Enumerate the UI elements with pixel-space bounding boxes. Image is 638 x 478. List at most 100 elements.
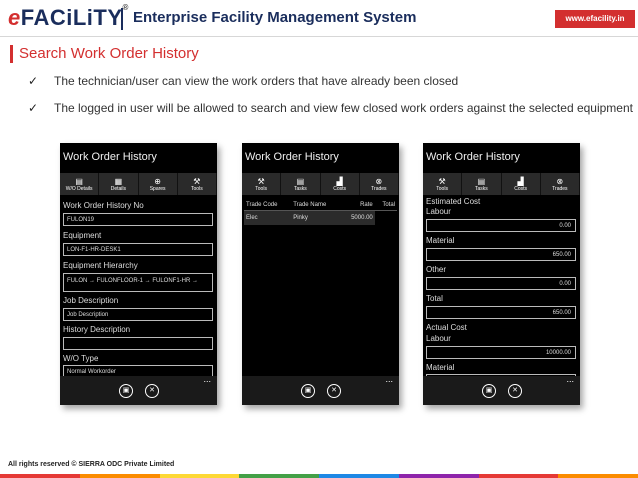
more-button[interactable]: ... — [566, 374, 574, 384]
footer-color-segment — [319, 474, 399, 478]
footer-color-segment — [398, 474, 479, 478]
footer-color-segment — [0, 474, 80, 478]
field-label: Equipment Hierarchy — [63, 261, 138, 270]
tab-tools[interactable]: ⚒ Tools — [242, 173, 282, 195]
website-url[interactable]: www.efacility.in — [555, 10, 635, 28]
spares-icon: ⊕ — [154, 176, 161, 186]
costs-form: Estimated Cost Labour 0.00 Material 650.… — [423, 197, 580, 380]
logo: eFACiLiTY® — [8, 3, 129, 30]
section-title: Search Work Order History — [10, 45, 199, 63]
check-icon: ✓ — [28, 74, 39, 88]
globe-icon: ⊗ — [556, 176, 564, 186]
tab-tasks[interactable]: ▤ Tasks — [281, 173, 321, 195]
field-label: Total — [426, 294, 443, 303]
field-label: Other — [426, 265, 447, 274]
field-label: Material — [426, 236, 455, 245]
rate-cell: 5000.00 — [340, 210, 375, 225]
costs-icon: ▟ — [336, 176, 343, 186]
tab-trades[interactable]: ⊗ Trades — [360, 173, 399, 195]
field-label: Equipment — [63, 231, 102, 240]
actual-labour-field[interactable]: 10000.00 — [426, 346, 576, 359]
costs-icon: ▟ — [517, 176, 524, 186]
screen-title: Work Order History — [245, 151, 339, 163]
cancel-icon[interactable]: ✕ — [327, 384, 341, 398]
column-header: Rate — [340, 200, 375, 211]
job-description-field[interactable]: Job Description — [63, 308, 213, 321]
tab-tools[interactable]: ⚒ Tools — [178, 173, 217, 195]
tools-icon: ⚒ — [193, 176, 201, 186]
tab-wo-details[interactable]: ▤ W/O Details — [60, 173, 100, 195]
save-icon[interactable]: ▣ — [482, 384, 496, 398]
estimated-cost-heading: Estimated Cost — [426, 197, 481, 206]
more-button[interactable]: ... — [385, 374, 393, 384]
footer-color-bar — [0, 474, 638, 478]
column-header: Trade Code — [244, 200, 292, 211]
bullet-2: ✓ The logged in user will be allowed to s… — [28, 101, 633, 115]
field-label: W/O Type — [63, 354, 99, 363]
save-icon[interactable]: ▣ — [119, 384, 133, 398]
document-icon: ▤ — [75, 176, 83, 186]
tab-costs[interactable]: ▟ Costs — [321, 173, 360, 195]
tab-spares[interactable]: ⊕ Spares — [139, 173, 178, 195]
app-bar: ... ▣ ✕ — [60, 374, 217, 405]
total-cell — [374, 210, 397, 225]
screen-title: Work Order History — [63, 151, 157, 163]
estimated-material-field[interactable]: 650.00 — [426, 248, 576, 261]
footer-color-segment — [159, 474, 240, 478]
tools-icon: ⚒ — [257, 176, 265, 186]
cancel-icon[interactable]: ✕ — [508, 384, 522, 398]
trade-code-cell: Elec — [244, 210, 292, 225]
field-label: Job Description — [63, 296, 119, 305]
cancel-icon[interactable]: ✕ — [145, 384, 159, 398]
trade-name-cell: Pinky — [291, 210, 341, 225]
tab-details[interactable]: ▦ Details — [99, 173, 139, 195]
field-label: Material — [426, 363, 455, 372]
more-button[interactable]: ... — [203, 374, 211, 384]
trades-table: Trade Code Trade Name Rate Total Elec Pi… — [244, 200, 397, 225]
trades-table-area: Trade Code Trade Name Rate Total Elec Pi… — [242, 198, 399, 376]
form: Work Order History No FULON19 Equipment … — [60, 198, 217, 378]
footer-color-segment — [558, 474, 638, 478]
screen-title: Work Order History — [426, 151, 520, 163]
tools-icon: ⚒ — [438, 176, 446, 186]
phone-screen-costs: Work Order History ⚒ Tools ▤ Tasks ▟ Costs … — [423, 143, 580, 405]
tasks-icon: ▤ — [477, 176, 486, 186]
tab-trades[interactable]: ⊗ Trades — [541, 173, 580, 195]
header-divider — [121, 8, 123, 30]
footer-color-segment — [239, 474, 319, 478]
table-header-row: Trade Code Trade Name Rate Total — [244, 200, 397, 211]
equipment-hierarchy-field[interactable]: FULON → FULONFLOOR-1 → FULONF1-HR → — [63, 273, 213, 292]
app-bar: ... ▣ ✕ — [242, 374, 399, 405]
tab-bar: ⚒ Tools ▤ Tasks ▟ Costs ⊗ Trades — [242, 173, 399, 195]
estimated-labour-field[interactable]: 0.00 — [426, 219, 576, 232]
header-title: Enterprise Facility Management System — [133, 9, 417, 26]
phone-screen-details: Work Order History ▤ W/O Details ▦ Details… — [60, 143, 217, 405]
column-header: Total — [374, 200, 397, 211]
bullet-1: ✓ The technician/user can view the work o… — [28, 74, 459, 88]
estimated-other-field[interactable]: 0.00 — [426, 277, 576, 290]
app-bar: ... ▣ ✕ — [423, 374, 580, 405]
tab-tools[interactable]: ⚒ Tools — [423, 173, 463, 195]
column-header: Trade Name — [291, 200, 341, 211]
estimated-total-field[interactable]: 650.00 — [426, 306, 576, 319]
tab-bar: ⚒ Tools ▤ Tasks ▟ Costs ⊗ Trades — [423, 173, 580, 195]
actual-cost-heading: Actual Cost — [426, 323, 467, 332]
header: eFACiLiTY® Enterprise Facility Managemen… — [0, 0, 638, 38]
history-description-field[interactable] — [63, 337, 213, 350]
work-order-no-field[interactable]: FULON19 — [63, 213, 213, 226]
tab-bar: ▤ W/O Details ▦ Details ⊕ Spares ⚒ Tools — [60, 173, 217, 195]
tasks-icon: ▤ — [296, 176, 305, 186]
table-row[interactable]: Elec Pinky 5000.00 — [244, 210, 397, 225]
save-icon[interactable]: ▣ — [301, 384, 315, 398]
field-label: Work Order History No — [63, 201, 144, 210]
equipment-field[interactable]: LON-F1-HR-DESK1 — [63, 243, 213, 256]
tab-tasks[interactable]: ▤ Tasks — [462, 173, 502, 195]
copyright: All rights reserved © SIERRA ODC Private… — [8, 461, 175, 468]
check-icon: ✓ — [28, 101, 39, 115]
footer-color-segment — [478, 474, 559, 478]
field-label: Labour — [426, 207, 451, 216]
footer-color-segment — [79, 474, 160, 478]
details-icon: ▦ — [114, 176, 123, 186]
tab-costs[interactable]: ▟ Costs — [502, 173, 541, 195]
globe-icon: ⊗ — [375, 176, 383, 186]
